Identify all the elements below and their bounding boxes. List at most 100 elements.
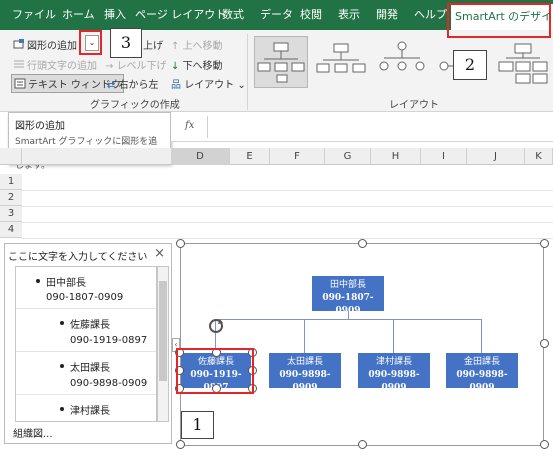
column-header[interactable]: F [270, 148, 325, 165]
add-bullet-button[interactable]: 行頭文字の追加 [13, 57, 97, 72]
formula-input[interactable] [211, 116, 551, 138]
column-header[interactable]: K [525, 148, 553, 165]
tab-help[interactable]: ヘルプ [414, 0, 447, 30]
row-header[interactable]: 1 [0, 174, 22, 190]
list-item-phone[interactable]: 090-1807-0909 [46, 292, 123, 303]
smartart-text-pane: ここに文字を入力してください × 田中部長 090-1807-0909 佐藤課長… [4, 243, 172, 444]
org-box-phone: 090-1807-0909 [322, 293, 374, 316]
layout-thumbnail-name-title[interactable] [315, 36, 369, 88]
list-item-name[interactable]: 津村課長 [70, 402, 110, 417]
layout-thumbnail-horizontal-org[interactable] [496, 36, 550, 88]
demote-button[interactable]: → レベル下げ [105, 57, 167, 72]
text-pane-scrollbar[interactable] [157, 266, 169, 422]
promote-button[interactable]: 上げ [143, 37, 163, 52]
partial-layout-icon [439, 61, 454, 71]
group-separator [247, 34, 248, 110]
tab-page-layout[interactable]: ページ レイアウト [135, 0, 226, 30]
org-box-name: 津村課長 [375, 357, 412, 367]
text-pane-icon [14, 78, 26, 89]
row-header[interactable]: 3 [0, 206, 22, 222]
list-divider [16, 394, 156, 395]
column-header[interactable]: E [230, 148, 270, 165]
right-to-left-button[interactable]: ⇄ 右から左 [107, 76, 159, 91]
list-item-phone[interactable]: 090-9898-0909 [70, 420, 147, 421]
resize-handle[interactable] [176, 440, 185, 449]
column-header[interactable]: H [371, 148, 421, 165]
rotate-icon[interactable] [206, 316, 226, 336]
layout-thumbnail-org-chart[interactable] [254, 36, 308, 88]
column-header[interactable]: J [467, 148, 525, 165]
row-header[interactable]: 4 [0, 222, 22, 238]
layout-button[interactable]: 品 レイアウト ⌄ [171, 76, 246, 91]
grid-line [22, 222, 553, 223]
org-box-child[interactable]: 太田課長 090-9898-0909 [269, 353, 341, 393]
list-item-phone[interactable]: 090-9898-0909 [70, 378, 147, 389]
arrow-down-icon: ↓ [171, 61, 183, 72]
bullet-icon [36, 279, 40, 283]
annotation-highlight-2 [447, 3, 551, 38]
grid-line [22, 238, 553, 239]
chevron-down-icon: ⌄ [234, 80, 246, 91]
group-label-create-graphic: グラフィックの作成 [90, 100, 180, 111]
org-box-phone: 090-9898-0909 [279, 370, 331, 393]
tab-home[interactable]: ホーム [62, 0, 95, 30]
formula-divider [207, 116, 208, 138]
add-shape-button[interactable]: 図形の追加 [13, 37, 77, 52]
bullet-icon [60, 364, 64, 368]
tab-data[interactable]: データ [260, 0, 293, 30]
tab-file[interactable]: ファイル [12, 0, 56, 30]
resize-handle[interactable] [540, 239, 549, 248]
tab-formulas[interactable]: 数式 [222, 0, 244, 30]
arrow-up-icon: ↑ [171, 41, 183, 52]
tab-insert[interactable]: 挿入 [104, 0, 126, 30]
column-headers: D E F G H I J K [0, 148, 553, 165]
name-title-layout-icon [316, 43, 366, 73]
list-item-name[interactable]: 田中部長 [46, 274, 86, 289]
org-box-name: 金田課長 [463, 357, 500, 367]
resize-handle[interactable] [176, 239, 185, 248]
org-box-child[interactable]: 金田課長 090-9898-0909 [446, 353, 518, 393]
column-header[interactable]: I [421, 148, 467, 165]
add-shape-icon [13, 39, 25, 50]
resize-handle[interactable] [358, 440, 367, 449]
smartart-frame[interactable] [180, 243, 544, 446]
circle-hierarchy-layout-icon [379, 41, 425, 71]
tab-developer[interactable]: 開発 [376, 0, 398, 30]
resize-handle[interactable] [540, 339, 549, 348]
text-pane-title: ここに文字を入力してください [8, 252, 148, 263]
annotation-highlight-1 [176, 348, 254, 394]
org-box-top[interactable]: 田中部長 090-1807-0909 [312, 276, 384, 316]
swap-icon: ⇄ [107, 80, 119, 91]
move-down-button[interactable]: ↓ 下へ移動 [171, 57, 223, 72]
connector-line [304, 319, 305, 353]
annotation-highlight-3 [79, 30, 102, 55]
list-item-name[interactable]: 太田課長 [70, 359, 110, 374]
list-divider [16, 351, 156, 352]
column-header[interactable]: G [325, 148, 371, 165]
resize-handle[interactable] [540, 440, 549, 449]
text-pane-list[interactable]: 田中部長 090-1807-0909 佐藤課長 090-1919-0897 太田… [15, 266, 157, 422]
move-up-button[interactable]: ↑ 上へ移動 [171, 37, 223, 52]
scrollbar-thumb[interactable] [159, 281, 167, 381]
org-layout-icon: 品 [171, 80, 185, 91]
org-box-child[interactable]: 津村課長 090-9898-0909 [358, 353, 430, 393]
resize-handle[interactable] [358, 239, 367, 248]
org-box-phone: 090-9898-0909 [456, 370, 508, 393]
select-all-corner[interactable] [0, 148, 22, 165]
list-item-phone[interactable]: 090-1919-0897 [70, 335, 147, 346]
column-header[interactable]: D [171, 148, 230, 165]
list-divider [16, 308, 156, 309]
bullet-icon [60, 407, 64, 411]
org-chart-link[interactable]: 組織図... [13, 425, 53, 440]
group-label-layout: レイアウト [389, 100, 439, 111]
connector-line [393, 319, 394, 353]
close-icon[interactable]: × [154, 246, 165, 261]
annotation-number: 1 [181, 411, 214, 439]
bullet-icon [60, 321, 64, 325]
fx-icon[interactable]: fx [185, 120, 194, 131]
list-item-name[interactable]: 佐藤課長 [70, 316, 110, 331]
row-header[interactable]: 2 [0, 190, 22, 206]
tab-review[interactable]: 校閲 [300, 0, 322, 30]
tab-view[interactable]: 表示 [338, 0, 360, 30]
layout-thumbnail-circle-picture[interactable] [376, 36, 430, 88]
